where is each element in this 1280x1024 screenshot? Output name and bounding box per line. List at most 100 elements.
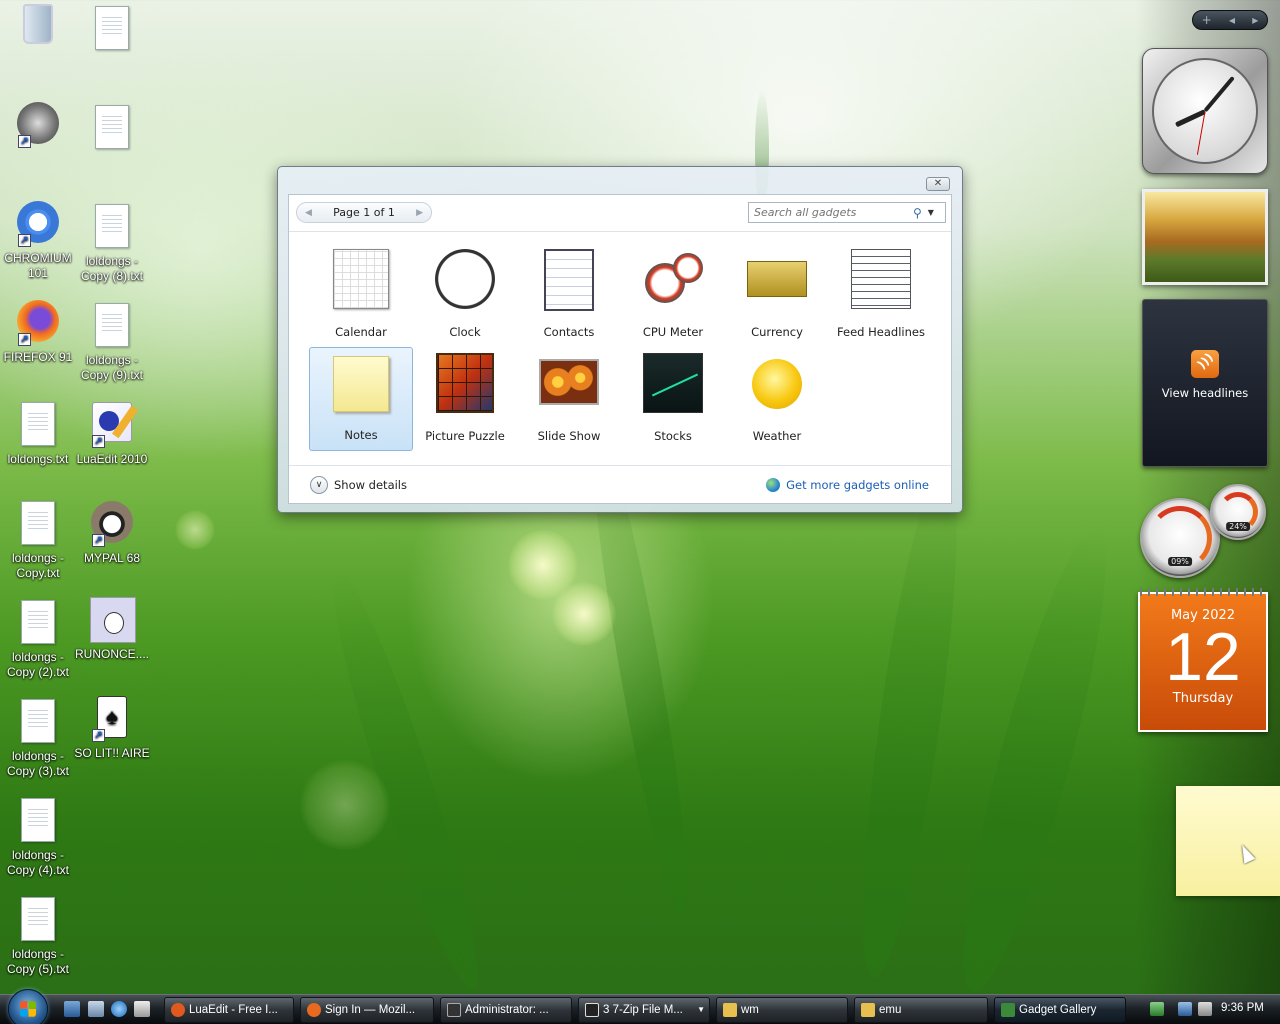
volume-muted-icon[interactable] [1198, 1002, 1212, 1016]
folder-icon [723, 1003, 737, 1017]
add-gadget-button[interactable]: + [1202, 13, 1212, 27]
gadget-tile-picture-puzzle[interactable]: Picture Puzzle [413, 347, 517, 451]
desktop-icon-file[interactable] [74, 105, 150, 155]
prev-page-arrow-icon[interactable]: ◀ [305, 208, 312, 218]
globe-icon [766, 478, 781, 492]
memory-dial: 24% [1210, 484, 1266, 540]
calendar-weekday: Thursday [1172, 691, 1234, 706]
gadget-tile-currency[interactable]: Currency [725, 243, 829, 347]
text-file-icon [16, 699, 60, 745]
gadget-tile-weather[interactable]: Weather [725, 347, 829, 451]
text-file-icon [90, 105, 134, 151]
mypal-icon: ↗ [90, 501, 134, 547]
calendar-gadget[interactable]: May 2022 12 Thursday [1138, 588, 1268, 732]
cmd-icon [447, 1003, 461, 1017]
search-input[interactable] [754, 206, 909, 219]
desktop-icon-runonce[interactable]: RUNONCE.... [74, 597, 150, 662]
switch-windows-icon[interactable] [88, 1001, 104, 1017]
desktop-icon-file[interactable] [74, 6, 150, 56]
chevron-down-icon[interactable]: ▼ [928, 208, 934, 217]
recycle-bin-icon [16, 4, 60, 50]
desktop-icon-firefox[interactable]: ↗ FIREFOX 91 [0, 300, 76, 365]
folder-icon [861, 1003, 875, 1017]
cpu-meter-gadget-icon [643, 249, 703, 311]
feed-headlines-gadget[interactable]: View headlines [1142, 299, 1268, 467]
desktop-icon-mypal[interactable]: ↗ MYPAL 68 [74, 501, 150, 566]
desktop-icon-file[interactable]: loldongs - Copy (8).txt [74, 204, 150, 284]
text-file-icon [90, 6, 134, 52]
emulator-gear-icon: ↗ [16, 102, 60, 148]
gadget-tile-calendar[interactable]: Calendar [309, 243, 413, 347]
chromium-icon: ↗ [16, 201, 60, 247]
prev-page-button[interactable]: ◂ [1229, 13, 1235, 27]
task-luaedit[interactable]: LuaEdit - Free I... [164, 997, 294, 1023]
weather-gadget-icon [747, 353, 807, 415]
desktop-icon-chromium[interactable]: ↗ CHROMIUM 101 [0, 201, 76, 281]
show-desktop-icon[interactable] [64, 1001, 80, 1017]
stocks-gadget-icon [643, 353, 703, 415]
network-icon[interactable] [1178, 1002, 1192, 1016]
show-details-label: Show details [334, 478, 407, 492]
cpu-dial: 09% [1140, 498, 1220, 578]
show-details-toggle[interactable]: ∨ Show details [310, 476, 407, 494]
start-button[interactable] [8, 989, 48, 1024]
task-folder-emu[interactable]: emu [854, 997, 988, 1023]
calendar-gadget-icon [331, 249, 391, 311]
view-headlines-link[interactable]: View headlines [1143, 386, 1267, 400]
cpu-meter-gadget[interactable]: 09% 24% [1140, 484, 1268, 580]
page-indicator: Page 1 of 1 [333, 206, 395, 219]
task-gadget-gallery[interactable]: Gadget Gallery [994, 997, 1126, 1023]
task-7zip[interactable]: 3 7-Zip File M... ▼ [578, 997, 710, 1023]
gadget-gallery-icon [1001, 1003, 1015, 1017]
quick-launch-app-icon[interactable] [134, 1001, 150, 1017]
text-file-icon [16, 600, 60, 646]
clock-gadget[interactable] [1142, 48, 1268, 174]
taskbar-clock[interactable]: 9:36 PM [1221, 1002, 1264, 1014]
task-firefox[interactable]: Sign In — Mozil... [300, 997, 434, 1023]
runonce-icon [90, 597, 136, 643]
internet-explorer-icon[interactable] [111, 1001, 127, 1017]
next-page-button[interactable]: ▸ [1252, 13, 1258, 27]
sidebar: + ◂ ▸ View headlines 09% 24% May 2022 12… [1136, 0, 1280, 994]
desktop-icon-solitaire[interactable]: ♠ ↗ SO LIT!! AIRE [74, 696, 150, 761]
sidebar-tray-icon[interactable] [1150, 1002, 1164, 1016]
desktop-icon-file[interactable]: loldongs - Copy (3).txt [0, 699, 76, 779]
sidebar-controls: + ◂ ▸ [1192, 10, 1268, 30]
gadget-tile-slide-show[interactable]: Slide Show [517, 347, 621, 451]
get-more-gadgets-link[interactable]: Get more gadgets online [766, 478, 929, 492]
desktop-icon-file[interactable]: loldongs - Copy (4).txt [0, 798, 76, 878]
desktop-icon-file[interactable]: loldongs - Copy (5).txt [0, 897, 76, 977]
pager: ◀ Page 1 of 1 ▶ [296, 202, 432, 223]
gadget-tile-stocks[interactable]: Stocks [621, 347, 725, 451]
clock-gadget-icon [435, 249, 495, 311]
task-cmd[interactable]: Administrator: ... [440, 997, 572, 1023]
chevron-down-icon[interactable]: ▼ [697, 998, 705, 1022]
desktop-icon-file[interactable]: loldongs.txt [0, 402, 76, 467]
firefox-icon [307, 1003, 321, 1017]
text-file-icon [90, 303, 134, 349]
task-folder-wm[interactable]: wm [716, 997, 848, 1023]
gadget-tile-contacts[interactable]: Contacts [517, 243, 621, 347]
taskbar: LuaEdit - Free I... Sign In — Mozil... A… [0, 989, 1280, 1024]
notes-gadget[interactable] [1176, 786, 1280, 896]
desktop-icon-luaedit[interactable]: ↗ LuaEdit 2010 [74, 402, 150, 467]
gadget-tile-clock[interactable]: Clock [413, 243, 517, 347]
currency-gadget-icon [747, 249, 807, 311]
gallery-content: ◀ Page 1 of 1 ▶ ⚲ ▼ Calendar Clock [288, 194, 952, 504]
slide-show-gadget[interactable] [1142, 189, 1268, 285]
gadget-tile-notes[interactable]: Notes [309, 347, 413, 451]
close-button[interactable]: ✕ [926, 177, 950, 191]
text-file-icon [16, 501, 60, 547]
next-page-arrow-icon[interactable]: ▶ [416, 208, 423, 218]
desktop-icon-file[interactable]: loldongs - Copy (9).txt [74, 303, 150, 383]
gadget-tile-feed-headlines[interactable]: Feed Headlines [829, 243, 933, 347]
desktop-icon-file[interactable]: loldongs - Copy (2).txt [0, 600, 76, 680]
chevron-down-icon[interactable]: ∨ [310, 476, 328, 494]
desktop-icon-file[interactable]: loldongs - Copy.txt [0, 501, 76, 581]
gadget-tile-cpu-meter[interactable]: CPU Meter [621, 243, 725, 347]
desktop-icon-recycle-bin[interactable] [0, 4, 76, 54]
search-icon[interactable]: ⚲ [913, 206, 922, 220]
desktop-icon-emulator[interactable]: ↗ [0, 102, 76, 152]
picture-puzzle-gadget-icon [435, 353, 495, 415]
text-file-icon [16, 402, 60, 448]
